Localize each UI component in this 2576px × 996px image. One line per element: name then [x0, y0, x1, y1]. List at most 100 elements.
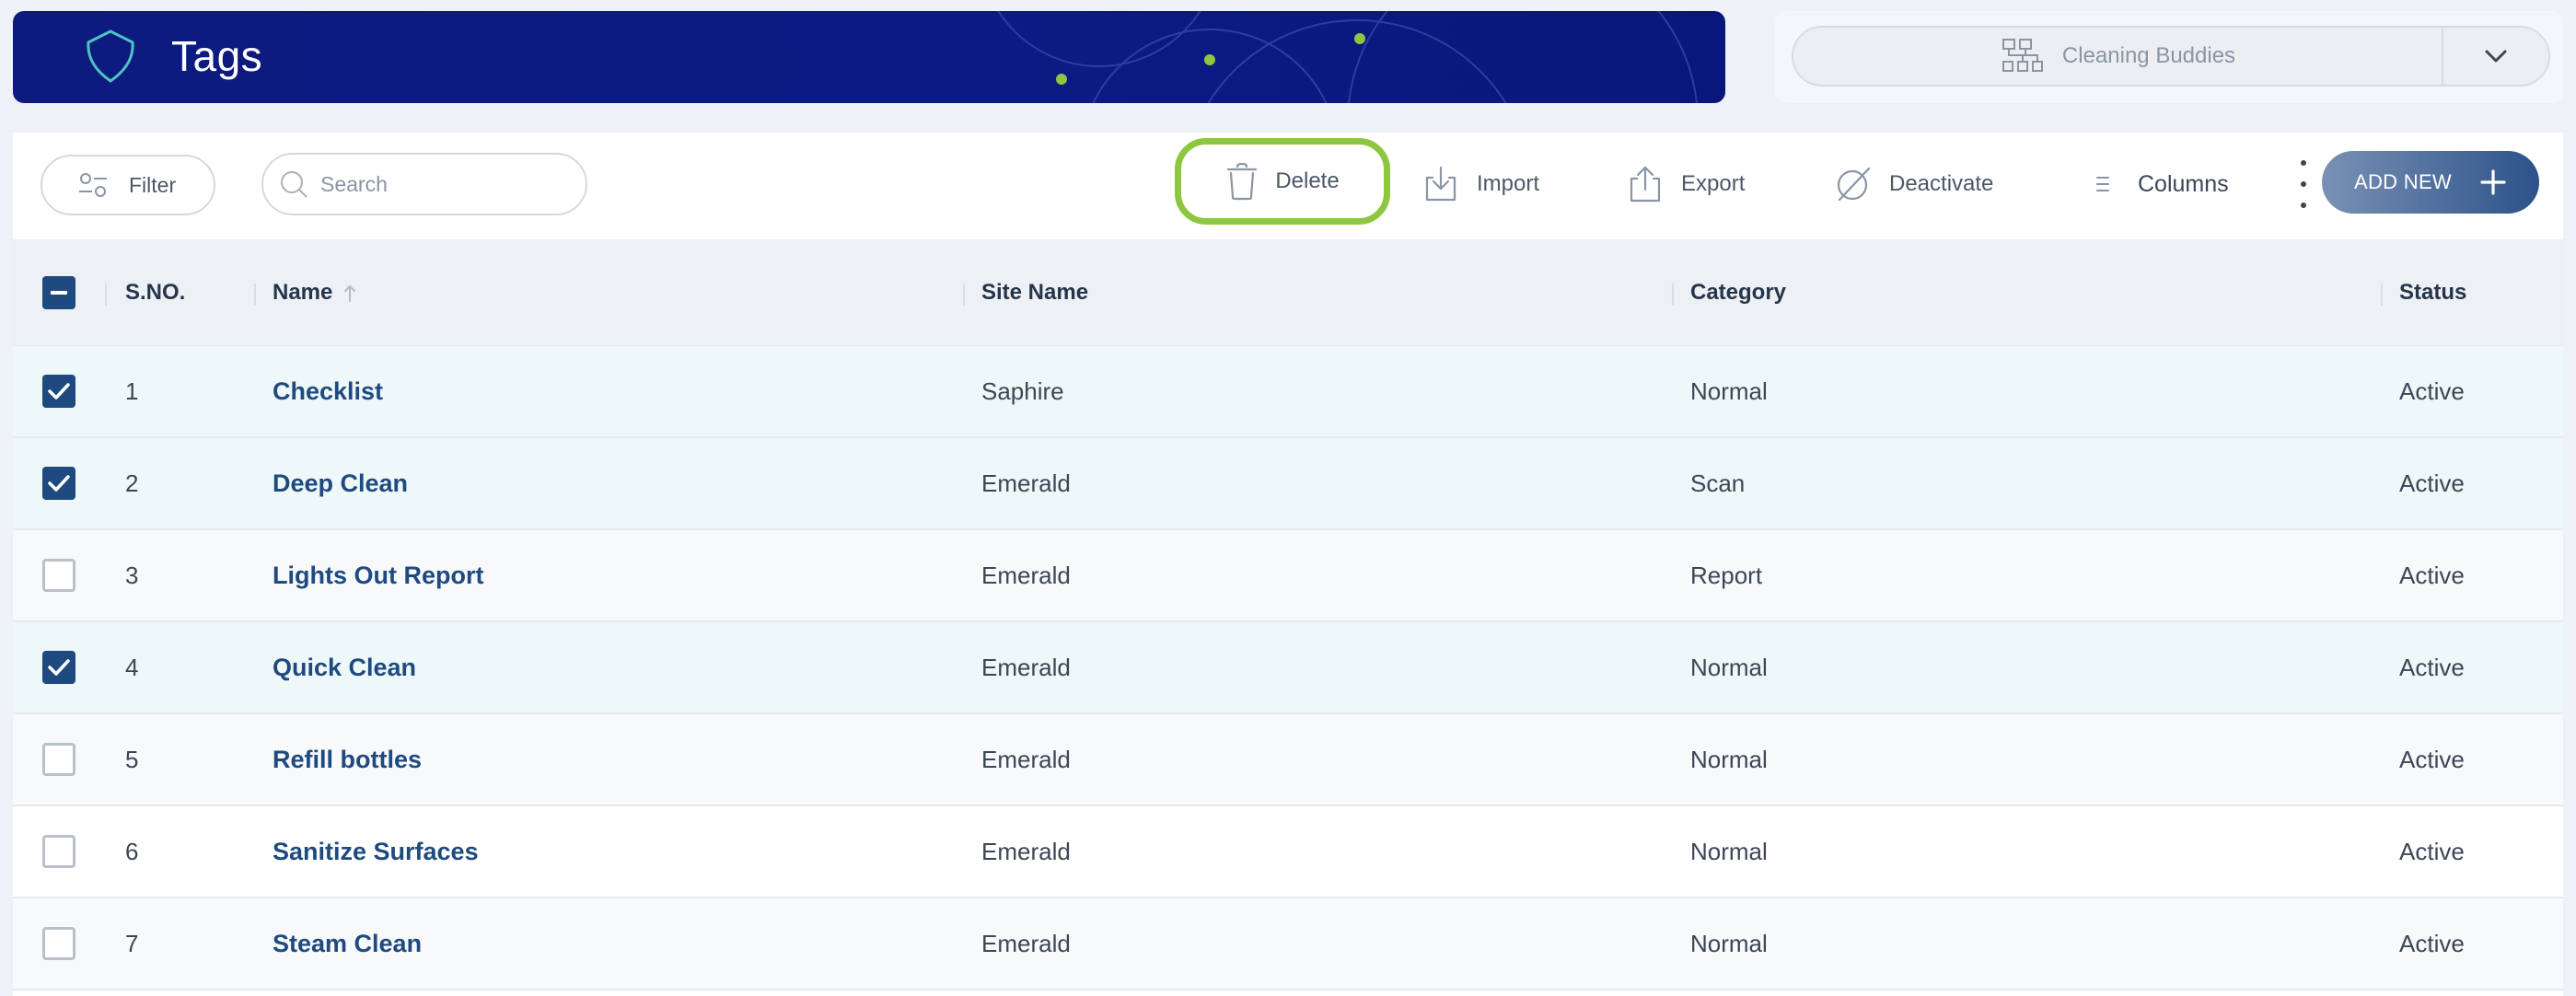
site-selector-card: Cleaning Buddies — [1775, 11, 2563, 103]
column-header-category[interactable]: Category — [1690, 239, 1786, 345]
trash-icon — [1227, 162, 1258, 201]
row-sno: 3 — [125, 561, 139, 589]
row-status: Active — [2399, 561, 2465, 589]
row-name-link[interactable]: Steam Clean — [273, 930, 422, 958]
deactivate-icon — [1837, 167, 1871, 202]
columns-button[interactable]: Columns — [2084, 151, 2229, 217]
row-category: Normal — [1690, 376, 1768, 405]
column-separator — [2381, 284, 2383, 306]
table-row[interactable]: 4 Quick Clean Emerald Normal Active — [13, 622, 2563, 714]
row-site-name: Emerald — [981, 929, 1071, 957]
table-row[interactable]: 6 Sanitize Surfaces Emerald Normal Active — [13, 806, 2563, 898]
row-status: Active — [2399, 929, 2465, 957]
row-status: Active — [2399, 376, 2465, 405]
filter-button[interactable]: Filter — [41, 155, 215, 215]
delete-button[interactable]: Delete — [1175, 138, 1390, 225]
row-checkbox[interactable] — [42, 559, 75, 592]
chevron-down-icon — [2485, 50, 2507, 63]
row-status: Active — [2399, 469, 2465, 497]
table-row[interactable]: 1 Checklist Saphire Normal Active — [13, 346, 2563, 438]
column-header-name[interactable]: Name — [273, 239, 358, 345]
indeterminate-icon — [51, 290, 67, 295]
column-header-site-name[interactable]: Site Name — [981, 239, 1088, 345]
row-site-name: Emerald — [981, 469, 1071, 497]
columns-button-label: Columns — [2138, 170, 2229, 197]
columns-icon — [2096, 177, 2109, 191]
add-new-button[interactable]: ADD NEW — [2322, 151, 2539, 214]
checkmark-icon — [48, 475, 70, 492]
column-separator — [254, 284, 256, 306]
plus-icon — [2480, 169, 2506, 195]
row-status: Active — [2399, 653, 2465, 681]
row-checkbox[interactable] — [42, 651, 75, 684]
row-site-name: Saphire — [981, 376, 1064, 405]
import-button-label: Import — [1477, 171, 1540, 196]
table-row[interactable]: 3 Lights Out Report Emerald Report Active — [13, 530, 2563, 622]
table-header-row: S.NO. Name Site Name Category Status — [13, 239, 2563, 346]
export-button[interactable]: Export — [1626, 151, 1745, 217]
row-checkbox[interactable] — [42, 375, 75, 408]
row-checkbox[interactable] — [42, 835, 75, 868]
column-separator — [1672, 284, 1674, 306]
import-icon — [1425, 166, 1456, 202]
search-input[interactable] — [320, 171, 578, 197]
page-title: Tags — [171, 32, 263, 80]
add-new-button-label: ADD NEW — [2354, 170, 2452, 193]
row-name-link[interactable]: Sanitize Surfaces — [273, 838, 479, 866]
banner-decoration — [997, 11, 1698, 103]
sitemap-icon — [2002, 39, 2043, 72]
row-name-link[interactable]: Lights Out Report — [273, 562, 483, 590]
row-category: Normal — [1690, 929, 1768, 957]
row-checkbox[interactable] — [42, 467, 75, 500]
row-sno: 2 — [125, 469, 139, 497]
filter-icon — [79, 173, 107, 197]
row-sno: 5 — [125, 745, 139, 773]
import-button[interactable]: Import — [1421, 151, 1539, 217]
row-status: Active — [2399, 837, 2465, 865]
search-box[interactable] — [261, 153, 587, 215]
row-category: Report — [1690, 561, 1763, 589]
row-name-link[interactable]: Refill bottles — [273, 746, 422, 774]
row-site-name: Emerald — [981, 837, 1071, 865]
table-row[interactable]: 5 Refill bottles Emerald Normal Active — [13, 714, 2563, 806]
site-selector-toggle[interactable] — [2443, 28, 2548, 85]
column-header-status[interactable]: Status — [2399, 239, 2466, 345]
shield-logo-icon — [87, 29, 134, 83]
row-site-name: Emerald — [981, 745, 1071, 773]
row-category: Normal — [1690, 653, 1768, 681]
column-header-sno[interactable]: S.NO. — [125, 239, 185, 345]
site-selector-dropdown[interactable]: Cleaning Buddies — [1792, 26, 2550, 87]
kebab-menu-icon[interactable] — [2294, 160, 2313, 208]
row-category: Normal — [1690, 745, 1768, 773]
row-site-name: Emerald — [981, 561, 1071, 589]
sort-ascending-icon[interactable] — [342, 283, 358, 303]
row-status: Active — [2399, 745, 2465, 773]
site-selector-value: Cleaning Buddies — [2061, 43, 2236, 68]
search-icon — [281, 171, 307, 198]
select-all-checkbox[interactable] — [42, 275, 75, 309]
row-site-name: Emerald — [981, 653, 1071, 681]
row-checkbox[interactable] — [42, 743, 75, 776]
row-sno: 6 — [125, 837, 139, 865]
tags-panel: Filter Delete — [13, 133, 2563, 996]
row-name-link[interactable]: Quick Clean — [273, 654, 416, 682]
row-name-link[interactable]: Checklist — [273, 377, 383, 406]
checkmark-icon — [48, 659, 70, 676]
deactivate-button-label: Deactivate — [1889, 171, 1994, 196]
row-category: Normal — [1690, 837, 1768, 865]
column-header-name-label: Name — [273, 279, 333, 305]
row-name-link[interactable]: Deep Clean — [273, 469, 408, 498]
column-separator — [105, 284, 107, 306]
column-separator — [963, 284, 965, 306]
deactivate-button[interactable]: Deactivate — [1834, 151, 1993, 217]
row-sno: 7 — [125, 929, 139, 957]
row-checkbox[interactable] — [42, 927, 75, 960]
page-header-banner: Tags — [13, 11, 1725, 103]
table-body: 1 Checklist Saphire Normal Active 2 Deep Clean… — [13, 346, 2563, 990]
row-sno: 1 — [125, 376, 139, 405]
filter-button-label: Filter — [129, 172, 177, 197]
table-row[interactable]: 7 Steam Clean Emerald Normal Active — [13, 898, 2563, 990]
delete-button-label: Delete — [1275, 168, 1340, 193]
table-row[interactable]: 2 Deep Clean Emerald Scan Active — [13, 438, 2563, 530]
export-icon — [1630, 166, 1661, 203]
